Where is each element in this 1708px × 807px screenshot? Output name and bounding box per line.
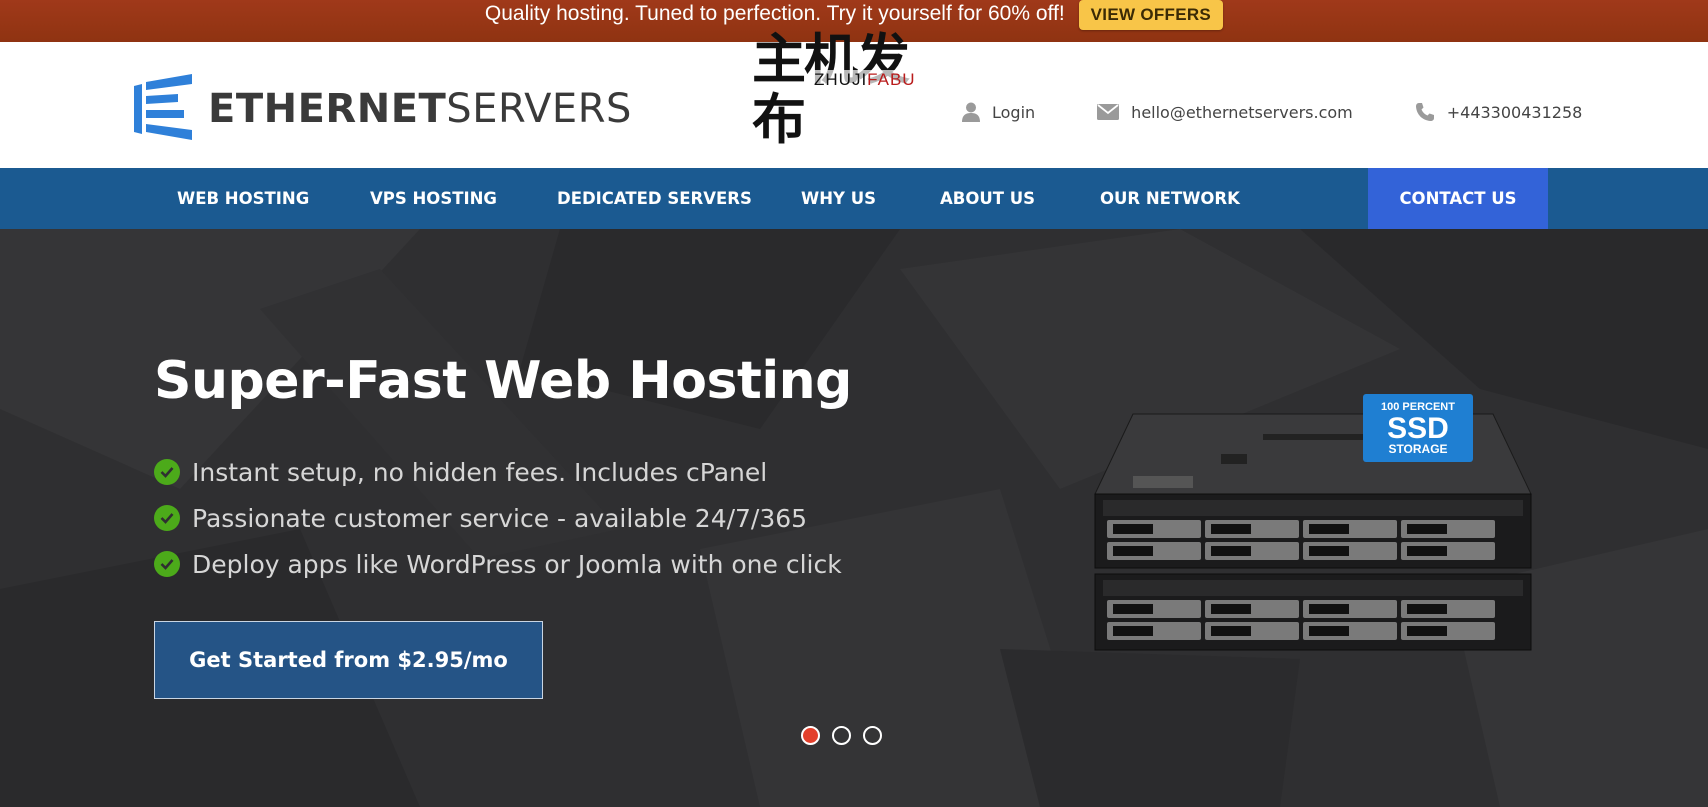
nav-vps-hosting[interactable]: VPS HOSTING bbox=[370, 168, 497, 229]
check-icon bbox=[154, 505, 180, 531]
slider-dots bbox=[801, 726, 894, 745]
email-label: hello@ethernetservers.com bbox=[1131, 102, 1353, 122]
logo[interactable]: ETHERNETSERVERS bbox=[134, 74, 632, 144]
nav-web-hosting[interactable]: WEB HOSTING bbox=[177, 168, 309, 229]
feature-text: Deploy apps like WordPress or Joomla wit… bbox=[192, 549, 842, 579]
slider-dot-3[interactable] bbox=[863, 726, 882, 745]
watermark: 主机发布 ZHUJIFABU bbox=[752, 30, 954, 150]
feature-item: Deploy apps like WordPress or Joomla wit… bbox=[154, 541, 842, 587]
nav-about-us[interactable]: ABOUT US bbox=[940, 168, 1035, 229]
feature-list: Instant setup, no hidden fees. Includes … bbox=[154, 449, 842, 587]
slider-dot-2[interactable] bbox=[832, 726, 851, 745]
login-label: Login bbox=[992, 102, 1036, 122]
nav-contact-us[interactable]: CONTACT US bbox=[1368, 168, 1548, 229]
logo-word-ethernet: ETHERNET bbox=[208, 86, 447, 132]
ssd-badge: 100 PERCENT SSD STORAGE bbox=[1363, 394, 1473, 462]
logo-icon bbox=[134, 74, 192, 140]
phone-icon bbox=[1415, 103, 1434, 121]
main-nav: WEB HOSTING VPS HOSTING DEDICATED SERVER… bbox=[0, 168, 1708, 229]
user-icon bbox=[962, 102, 980, 122]
logo-word-servers: SERVERS bbox=[446, 86, 632, 132]
header-contacts: Login hello@ethernetservers.com +4433004… bbox=[962, 102, 1582, 122]
slider-dot-1[interactable] bbox=[801, 726, 820, 745]
hero-slider: Super-Fast Web Hosting Instant setup, no… bbox=[0, 229, 1708, 807]
check-icon bbox=[154, 551, 180, 577]
nav-our-network[interactable]: OUR NETWORK bbox=[1100, 168, 1240, 229]
site-header: ETHERNETSERVERS 主机发布 ZHUJIFABU Login hel… bbox=[0, 30, 1708, 168]
watermark-latin-red: FABU bbox=[867, 70, 916, 89]
logo-wordmark: ETHERNETSERVERS bbox=[208, 86, 632, 132]
ssd-badge-bottom: STORAGE bbox=[1388, 442, 1447, 456]
feature-item: Instant setup, no hidden fees. Includes … bbox=[154, 449, 842, 495]
feature-text: Instant setup, no hidden fees. Includes … bbox=[192, 457, 768, 487]
nav-dedicated-servers[interactable]: DEDICATED SERVERS bbox=[557, 168, 752, 229]
email-link[interactable]: hello@ethernetservers.com bbox=[1097, 103, 1353, 122]
feature-item: Passionate customer service - available … bbox=[154, 495, 842, 541]
hero-title: Super-Fast Web Hosting bbox=[154, 351, 852, 411]
login-link[interactable]: Login bbox=[962, 102, 1035, 122]
watermark-latin-black: ZHUJI bbox=[814, 70, 868, 89]
feature-text: Passionate customer service - available … bbox=[192, 503, 808, 533]
nav-why-us[interactable]: WHY US bbox=[801, 168, 876, 229]
watermark-latin: ZHUJIFABU bbox=[814, 70, 916, 90]
phone-link[interactable]: +443300431258 bbox=[1415, 102, 1583, 122]
get-started-button[interactable]: Get Started from $2.95/mo bbox=[154, 621, 543, 699]
watermark-chinese: 主机发布 bbox=[752, 28, 910, 151]
view-offers-button[interactable]: VIEW OFFERS bbox=[1078, 0, 1224, 30]
check-icon bbox=[154, 459, 180, 485]
ssd-badge-main: SSD bbox=[1387, 412, 1449, 445]
server-image: 100 PERCENT SSD STORAGE bbox=[1094, 394, 1532, 651]
envelope-icon bbox=[1097, 104, 1120, 120]
promo-text: Quality hosting. Tuned to perfection. Tr… bbox=[484, 2, 1065, 25]
phone-label: +443300431258 bbox=[1446, 102, 1583, 122]
